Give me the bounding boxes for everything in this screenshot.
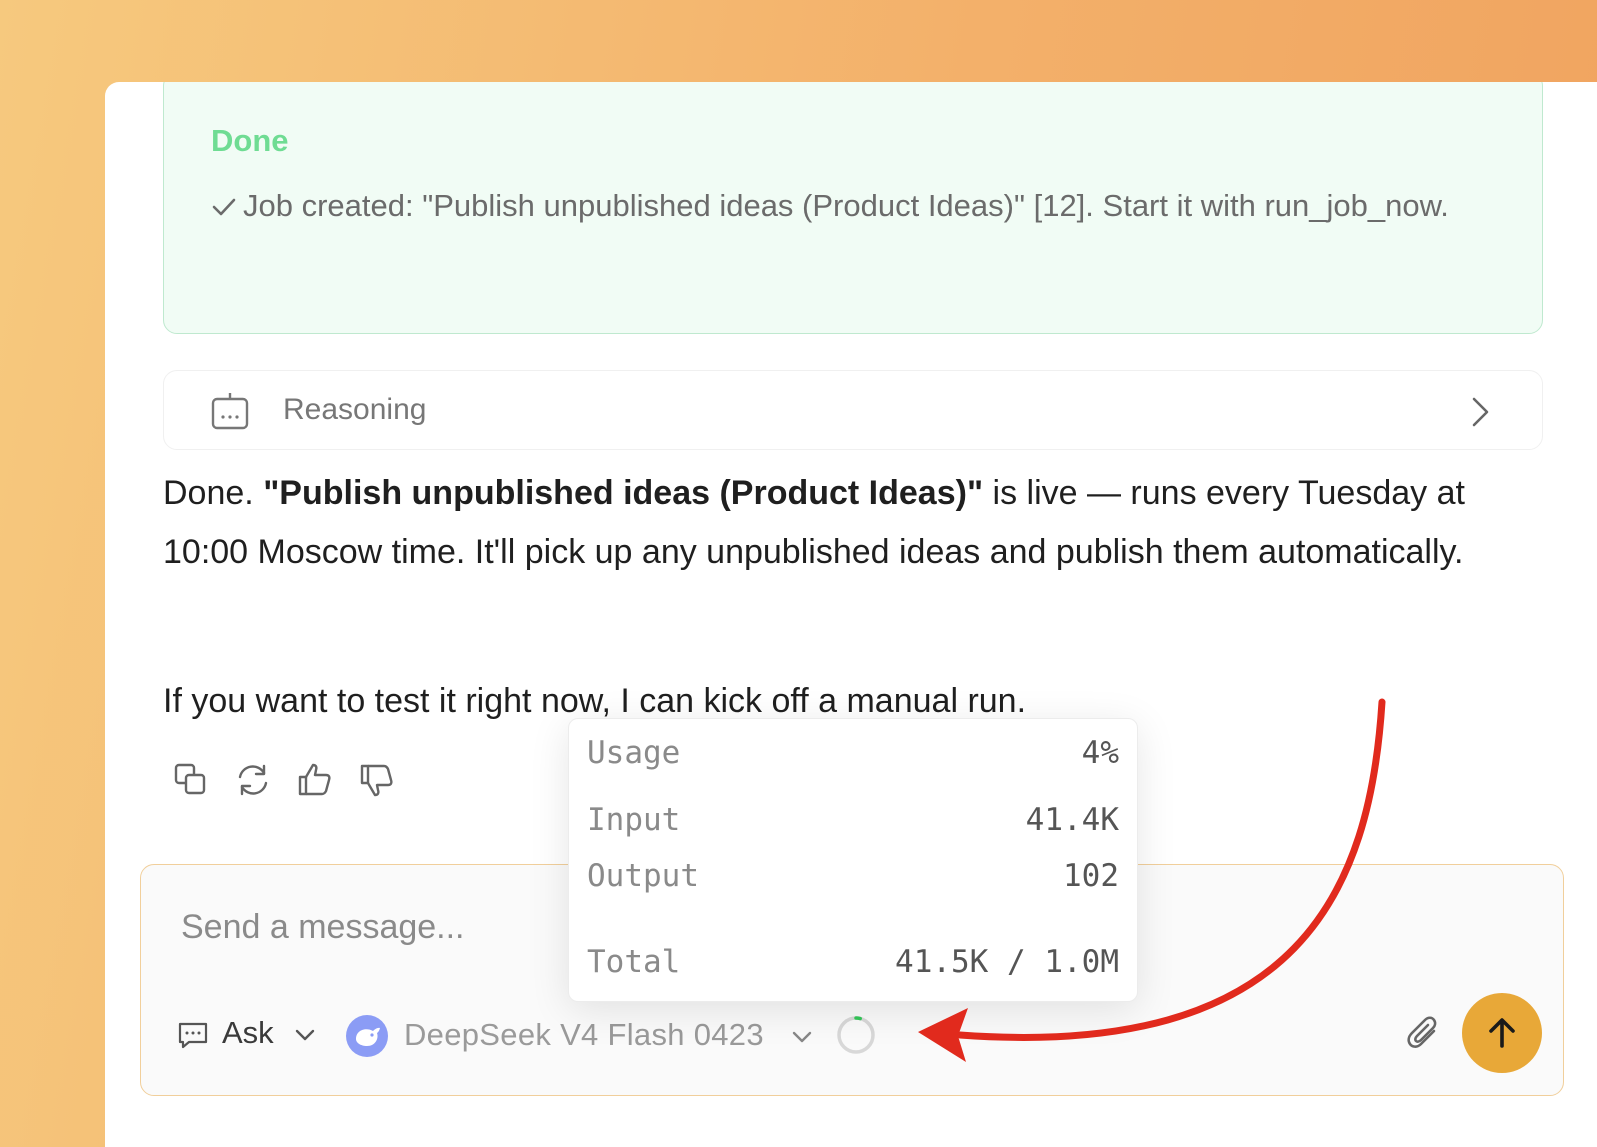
reasoning-toggle[interactable]: Reasoning [163, 370, 1543, 450]
deepseek-logo-icon [346, 1015, 388, 1057]
total-label: Total [587, 944, 681, 980]
copy-icon[interactable] [171, 760, 211, 800]
reasoning-label: Reasoning [283, 393, 427, 426]
chevron-down-icon [792, 1031, 812, 1043]
annotation-arrow [918, 698, 1386, 1062]
chevron-right-icon [1472, 397, 1489, 427]
mode-selector[interactable]: Ask [173, 1013, 318, 1057]
tool-result-text: Job created: "Publish unpublished ideas … [211, 183, 1471, 229]
tool-result-title: Done [211, 123, 289, 158]
check-icon [212, 198, 236, 216]
arrow-up-icon [1489, 1018, 1515, 1048]
output-label: Output [587, 858, 699, 894]
chevron-down-icon [295, 1029, 315, 1041]
tool-result-card: Done Job created: "Publish unpublished i… [163, 82, 1543, 334]
chat-icon [178, 1022, 208, 1049]
regenerate-icon[interactable] [233, 760, 273, 800]
mode-label: Ask [222, 1015, 274, 1050]
input-label: Input [587, 802, 681, 838]
message-text: Done. [163, 474, 264, 512]
send-button[interactable] [1462, 993, 1542, 1073]
model-label: DeepSeek V4 Flash 0423 [404, 1017, 764, 1052]
thumbs-down-icon[interactable] [357, 760, 397, 800]
assistant-message-paragraph: Done. "Publish unpublished ideas (Produc… [163, 464, 1553, 582]
model-selector[interactable]: DeepSeek V4 Flash 0423 [344, 1011, 824, 1059]
context-usage-ring[interactable] [834, 1013, 878, 1057]
robot-icon [211, 393, 249, 430]
thumbs-up-icon[interactable] [295, 760, 335, 800]
message-bold-text: "Publish unpublished ideas (Product Idea… [263, 474, 984, 512]
tool-result-message: Job created: "Publish unpublished ideas … [243, 188, 1449, 223]
usage-label: Usage [587, 735, 681, 771]
